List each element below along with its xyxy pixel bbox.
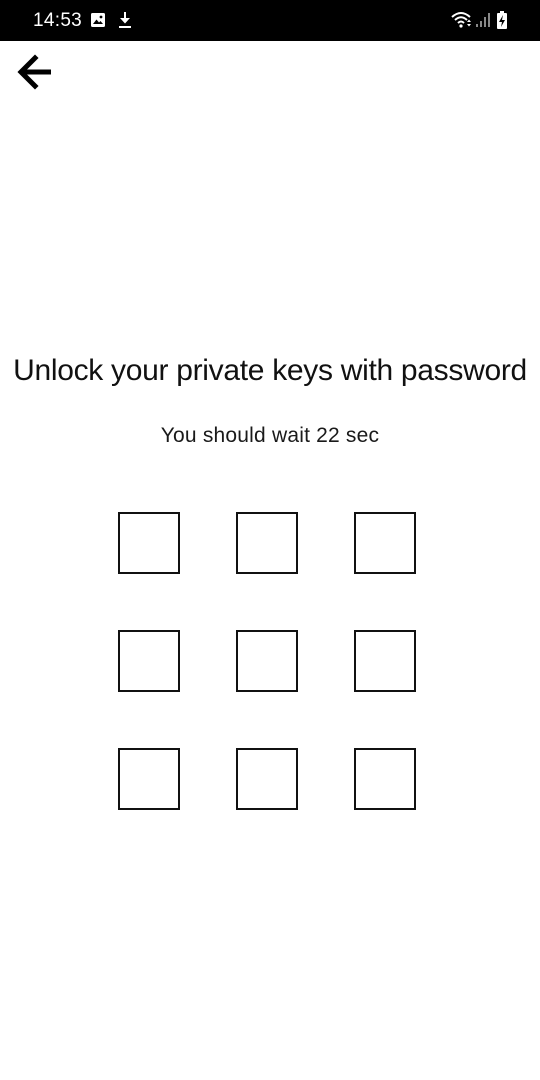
download-icon (117, 11, 133, 34)
arrow-left-icon (16, 53, 54, 95)
pattern-grid (118, 512, 416, 810)
pattern-cell-1[interactable] (118, 512, 180, 574)
unlock-screen: 14:53 Unlock your private keys with pass… (0, 0, 540, 1080)
status-time: 14:53 (33, 10, 83, 31)
wifi-icon (451, 11, 473, 34)
gallery-icon (90, 12, 106, 33)
pattern-cell-6[interactable] (354, 630, 416, 692)
pattern-cell-4[interactable] (118, 630, 180, 692)
pattern-cell-3[interactable] (354, 512, 416, 574)
pattern-cell-5[interactable] (236, 630, 298, 692)
back-button[interactable] (12, 52, 58, 96)
page-title: Unlock your private keys with password (13, 354, 527, 387)
wait-message: You should wait 22 sec (160, 424, 380, 447)
pattern-cell-7[interactable] (118, 748, 180, 810)
pattern-cell-9[interactable] (354, 748, 416, 810)
battery-charging-icon (496, 11, 508, 35)
pattern-cell-2[interactable] (236, 512, 298, 574)
signal-icon (475, 12, 491, 33)
status-bar: 14:53 (0, 0, 540, 41)
pattern-cell-8[interactable] (236, 748, 298, 810)
